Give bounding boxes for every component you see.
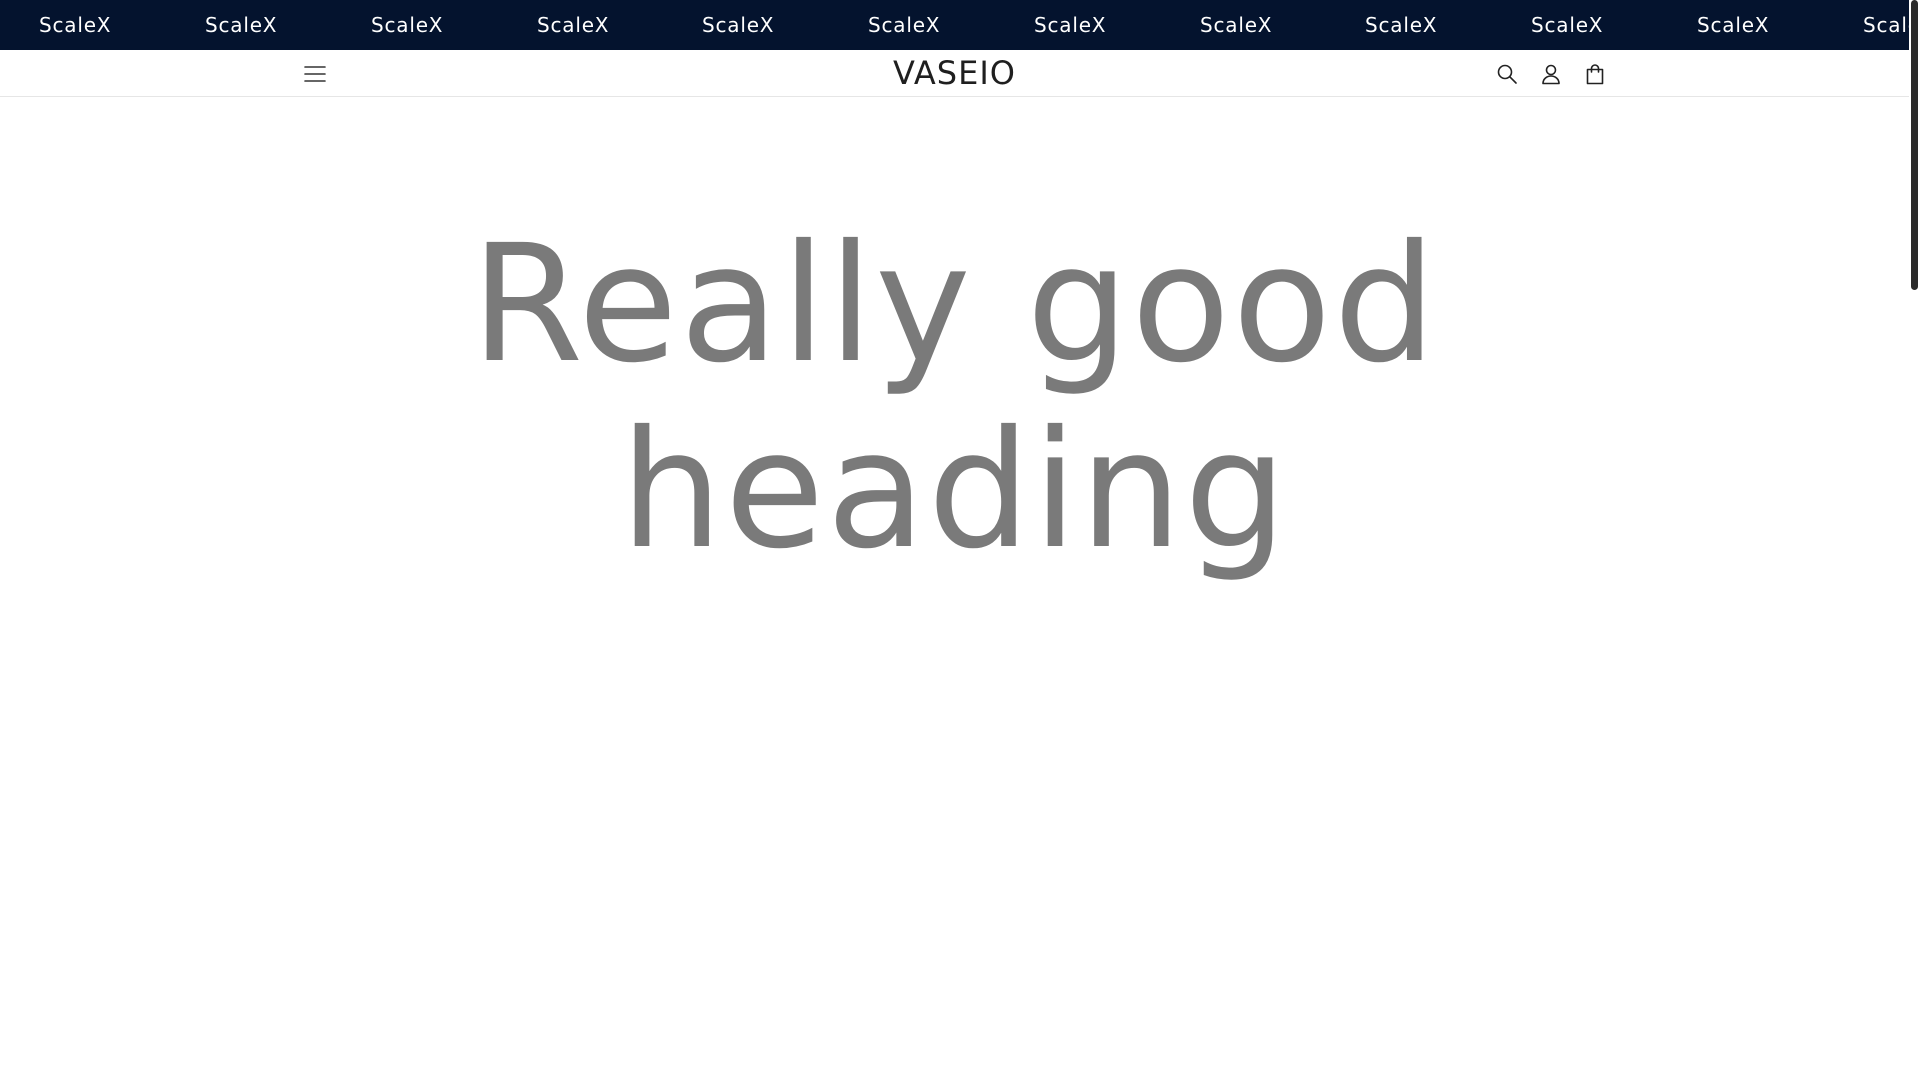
announcement-item[interactable]: ScaleX — [1697, 0, 1769, 50]
announcement-item[interactable]: ScaleX — [1200, 0, 1272, 50]
announcement-item[interactable]: ScaleX — [868, 0, 940, 50]
site-header: VASEIO — [0, 50, 1909, 97]
announcement-item[interactable]: ScaleX — [371, 0, 443, 50]
announcement-item[interactable]: ScaleX — [1863, 0, 1909, 50]
account-icon — [1540, 63, 1562, 85]
account-button[interactable] — [1535, 58, 1567, 90]
announcement-item[interactable]: ScaleX — [205, 0, 277, 50]
storefront-page: ScaleX ScaleX ScaleX ScaleX ScaleX Scale… — [0, 0, 1920, 1080]
search-icon — [1496, 63, 1518, 85]
cart-button[interactable] — [1579, 58, 1611, 90]
page-scrollbar[interactable] — [1909, 0, 1920, 1080]
search-button[interactable] — [1491, 58, 1523, 90]
announcement-item[interactable]: ScaleX — [702, 0, 774, 50]
site-logo[interactable]: VASEIO — [835, 50, 1075, 97]
hero-banner: Really good heading — [0, 97, 1909, 1080]
hero-heading-line: heading — [620, 397, 1289, 585]
hamburger-icon — [304, 65, 326, 83]
scrollbar-thumb[interactable] — [1911, 0, 1918, 290]
announcement-item[interactable]: ScaleX — [537, 0, 609, 50]
announcement-bar: ScaleX ScaleX ScaleX ScaleX ScaleX Scale… — [0, 0, 1909, 50]
announcement-item[interactable]: ScaleX — [1531, 0, 1603, 50]
announcement-item[interactable]: ScaleX — [1034, 0, 1106, 50]
announcement-item[interactable]: ScaleX — [39, 0, 111, 50]
announcement-item[interactable]: ScaleX — [1365, 0, 1437, 50]
menu-button[interactable] — [299, 58, 331, 90]
shopping-bag-icon — [1584, 63, 1606, 85]
hero-heading: Really good heading — [0, 212, 1909, 584]
hero-heading-line: Really good — [470, 211, 1439, 399]
